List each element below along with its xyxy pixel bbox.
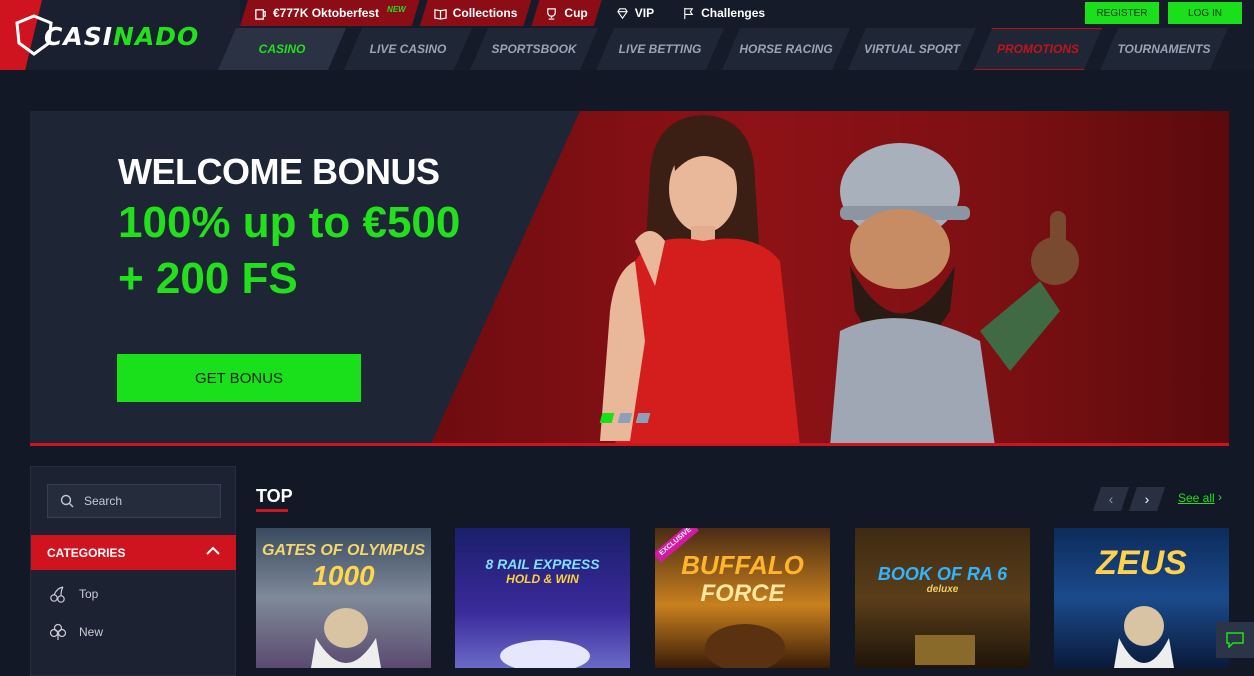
categories-label: CATEGORIES — [47, 545, 126, 560]
carousel-prev-button[interactable]: ‹ — [1093, 487, 1129, 511]
challenges-link[interactable]: Challenges — [668, 0, 779, 26]
trophy-icon — [545, 7, 558, 20]
carousel-dot[interactable] — [599, 413, 615, 423]
clover-icon — [49, 623, 67, 640]
nav-tournaments[interactable]: TOURNAMENTS — [1100, 28, 1228, 70]
logo[interactable]: CASINADO — [0, 0, 240, 70]
section-underline — [256, 509, 288, 512]
nav-virtual-sport[interactable]: VIRTUAL SPORT — [848, 28, 976, 70]
collections-link[interactable]: Collections — [420, 0, 532, 26]
header: CASINADO €777K Oktoberfest NEW Collection… — [0, 0, 1254, 70]
nav-promotions[interactable]: PROMOTIONS — [974, 28, 1102, 70]
game-subtitle: FORCE — [700, 580, 785, 607]
chevron-right-icon: › — [1144, 491, 1150, 507]
game-title: 8 RAIL EXPRESS — [485, 556, 600, 572]
game-card-8-rail-express[interactable]: 8 RAIL EXPRESS HOLD & WIN — [455, 528, 630, 668]
collections-label: Collections — [452, 6, 518, 20]
vip-link[interactable]: VIP — [602, 0, 668, 26]
carousel-dot[interactable] — [635, 413, 651, 423]
oktoberfest-link[interactable]: €777K Oktoberfest NEW — [240, 0, 420, 26]
hero-offer-line1: 100% up to €500 — [118, 198, 461, 247]
carousel-dot[interactable] — [617, 413, 633, 423]
game-subtitle: deluxe — [926, 584, 959, 595]
game-card-book-of-ra-6[interactable]: BOOK OF RA 6 deluxe — [855, 528, 1030, 668]
buffalo-image — [705, 624, 785, 668]
chat-button[interactable] — [1216, 622, 1254, 658]
search-input[interactable]: Search — [47, 484, 221, 518]
chevron-up-icon — [206, 546, 220, 555]
register-button[interactable]: REGISTER — [1085, 2, 1159, 24]
game-title: BOOK OF RA 6 — [877, 564, 1008, 584]
hero-woman-image — [600, 115, 800, 446]
main-nav: CASINO LIVE CASINO SPORTSBOOK LIVE BETTI… — [218, 28, 1226, 70]
oktoberfest-label: €777K Oktoberfest — [273, 6, 380, 20]
nav-sportsbook[interactable]: SPORTSBOOK — [470, 28, 598, 70]
nav-casino[interactable]: CASINO — [218, 28, 346, 70]
nav-live-betting[interactable]: LIVE BETTING — [596, 28, 724, 70]
hero-gnome-image — [830, 143, 1079, 446]
carousel-dots — [599, 413, 651, 423]
nav-live-casino[interactable]: LIVE CASINO — [344, 28, 472, 70]
cup-label: Cup — [564, 6, 588, 20]
zeus-figure-image — [311, 608, 381, 668]
sidebar-item-top[interactable]: Top — [49, 585, 98, 603]
game-subtitle: HOLD & WIN — [506, 572, 579, 586]
search-placeholder: Search — [84, 494, 123, 508]
diamond-icon — [616, 7, 628, 19]
flag-icon — [684, 7, 694, 19]
new-badge: NEW — [387, 4, 406, 14]
treasure-chest-image — [915, 635, 975, 665]
game-title: BUFFALO — [681, 550, 804, 580]
sidebar-item-label: New — [79, 625, 104, 639]
see-all-link[interactable]: See all — [1178, 491, 1215, 505]
cup-link[interactable]: Cup — [531, 0, 601, 26]
beer-icon — [254, 7, 267, 20]
game-subtitle: 1000 — [312, 560, 375, 591]
zeus-figure-image — [1114, 606, 1174, 668]
categories-header[interactable]: CATEGORIES — [31, 535, 236, 570]
nav-horse-racing[interactable]: HORSE RACING — [722, 28, 850, 70]
book-icon — [434, 7, 447, 20]
sidebar: Search CATEGORIES Top New — [30, 466, 236, 676]
chat-icon — [1226, 632, 1244, 648]
game-card-buffalo-force[interactable]: EXCLUSIVE BUFFALO FORCE — [655, 528, 830, 668]
chevron-left-icon: ‹ — [1108, 491, 1114, 507]
game-card-zeus[interactable]: ZEUS — [1054, 528, 1229, 668]
search-icon — [60, 494, 74, 508]
get-bonus-button[interactable]: GET BONUS — [117, 354, 361, 402]
logo-wordmark: CASINADO — [44, 22, 200, 51]
login-button[interactable]: LOG IN — [1168, 2, 1242, 24]
hero-banner[interactable]: WELCOME BONUS 100% up to €500 + 200 FS G… — [30, 111, 1229, 446]
game-card-gates-of-olympus[interactable]: GATES OF OLYMPUS 1000 — [256, 528, 431, 668]
top-links: €777K Oktoberfest NEW Collections Cup VIP… — [240, 0, 779, 26]
game-title: ZEUS — [1096, 544, 1187, 582]
chevron-right-icon: › — [1218, 490, 1222, 504]
sidebar-item-new[interactable]: New — [49, 623, 103, 641]
game-title: GATES OF OLYMPUS — [262, 542, 425, 559]
vip-label: VIP — [634, 6, 655, 20]
hero-divider — [30, 443, 1229, 446]
hero-offer-line2: + 200 FS — [118, 254, 298, 303]
carousel-next-button[interactable]: › — [1129, 487, 1165, 511]
cloud-image — [500, 640, 590, 668]
sidebar-item-label: Top — [79, 587, 99, 601]
cherry-icon — [50, 586, 65, 603]
section-title: TOP — [256, 486, 293, 506]
hero-title: WELCOME BONUS — [118, 151, 440, 192]
challenges-label: Challenges — [701, 6, 766, 20]
